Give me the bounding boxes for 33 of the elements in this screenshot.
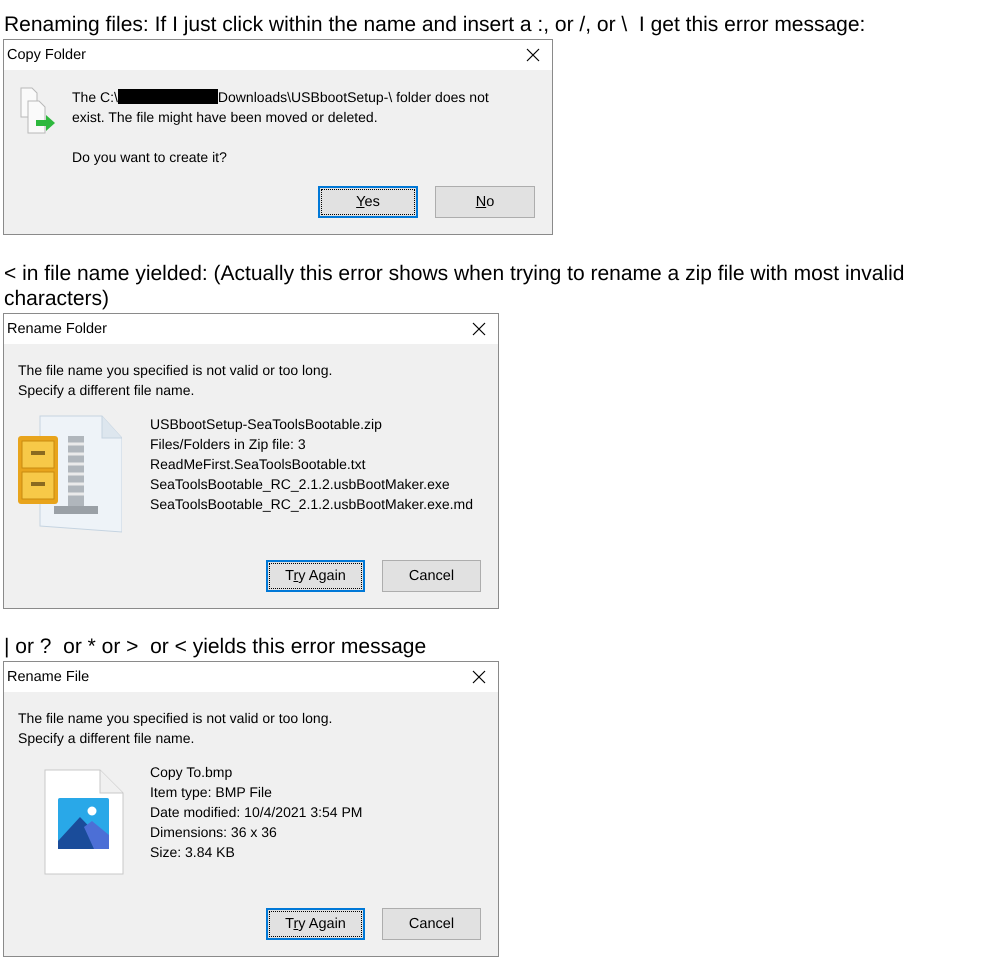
dialog-button[interactable]: Cancel	[382, 560, 481, 592]
caption-text: | or ? or * or > or < yields this error message	[3, 634, 428, 659]
file-detail: ReadMeFirst.SeaToolsBootable.txt	[150, 455, 367, 474]
close-icon[interactable]	[526, 48, 540, 62]
file-detail: SeaToolsBootable_RC_2.1.2.usbBootMaker.exe	[150, 475, 451, 494]
error-message: The file name you specified is not valid or too long.	[18, 361, 334, 380]
caption-text: < in file name yielded: (Actually this error shows when trying to rename a zip file with most invalid characters)	[3, 261, 906, 311]
file-detail: Item type: BMP File	[150, 783, 273, 802]
question-text: Do you want to create it?	[72, 148, 228, 167]
file-detail: Copy To.bmp	[150, 763, 234, 782]
file-detail: Date modified: 10/4/2021 3:54 PM	[150, 803, 362, 822]
dialog-button[interactable]: Try Again	[266, 908, 365, 940]
caption-text: Renaming files: If I just click within the name and insert a :, or /, or \ I get this error message:	[3, 12, 866, 37]
file-detail: Files/Folders in Zip file: 3	[150, 435, 307, 454]
file-detail: SeaToolsBootable_RC_2.1.2.usbBootMaker.exe.md	[150, 495, 473, 514]
window-title: Copy Folder	[7, 47, 86, 63]
close-icon[interactable]	[472, 322, 486, 336]
file-detail: Dimensions: 36 x 36	[150, 823, 278, 842]
dialog-button[interactable]: Cancel	[382, 908, 481, 940]
error-message: Specify a different file name.	[18, 381, 196, 400]
dialog-button[interactable]: Try Again	[266, 560, 365, 592]
image-file-icon	[44, 769, 124, 875]
error-message: The C:\ Downloads\USBbootSetup-\ folder does not exist. The file might have been moved or deleted.	[72, 88, 490, 127]
dialog-button[interactable]: No	[435, 186, 535, 218]
dialog-button[interactable]: Yes	[318, 186, 418, 218]
error-message: Specify a different file name.	[18, 729, 196, 748]
file-detail: Size: 3.84 KB	[150, 843, 236, 862]
close-icon[interactable]	[472, 670, 486, 684]
zip-file-icon	[18, 414, 122, 534]
window-title: Rename Folder	[7, 321, 107, 337]
file-detail: USBbootSetup-SeaToolsBootable.zip	[150, 415, 383, 434]
window-title: Rename File	[7, 669, 90, 685]
error-message: The file name you specified is not valid or too long.	[18, 709, 334, 728]
